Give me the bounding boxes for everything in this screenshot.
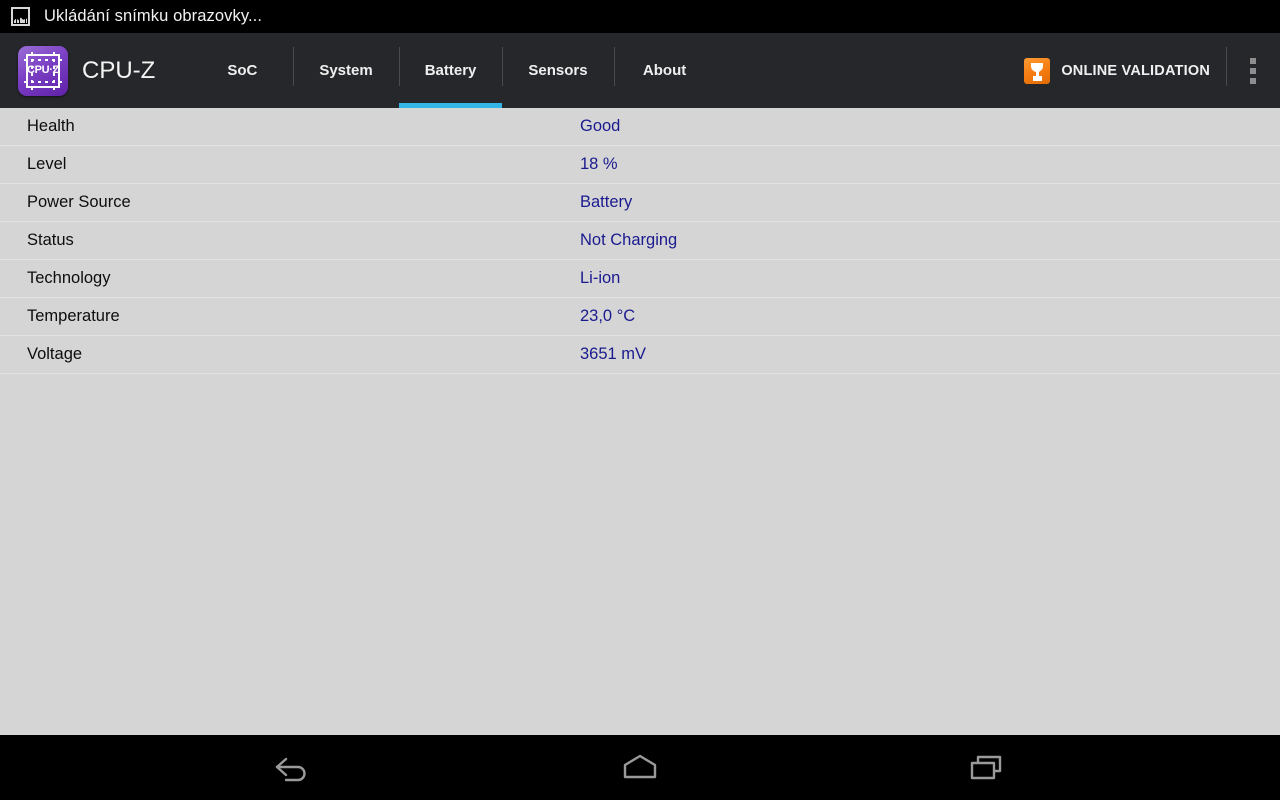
row-value: Battery — [580, 193, 633, 211]
app-brand[interactable]: CPU·Z CPU-Z — [0, 33, 161, 108]
row-label: Technology — [27, 269, 111, 287]
overflow-menu-icon — [1250, 67, 1256, 74]
chip-outline-icon: CPU·Z — [24, 51, 62, 90]
tab-bar: SoC System Battery Sensors About — [191, 33, 715, 108]
tab-about-label: About — [642, 62, 687, 79]
tab-soc-label: SoC — [227, 62, 258, 79]
recents-icon — [970, 755, 1001, 779]
table-row[interactable]: Voltage 3651 mV — [0, 336, 1280, 374]
tab-soc[interactable]: SoC — [191, 33, 293, 108]
tab-about[interactable]: About — [613, 33, 716, 108]
row-value: Not Charging — [580, 231, 678, 249]
home-icon — [623, 754, 657, 778]
tab-system[interactable]: System — [293, 33, 398, 108]
action-bar: CPU·Z CPU-Z SoC System Battery Sensors A… — [0, 33, 1280, 108]
action-bar-right: ONLINE VALIDATION — [1012, 33, 1280, 108]
row-label: Level — [27, 155, 67, 173]
tab-battery-label: Battery — [424, 62, 477, 79]
android-navigation-bar — [0, 735, 1280, 800]
cpuz-chip-logo: CPU·Z — [18, 45, 68, 96]
tab-system-label: System — [319, 62, 373, 79]
row-value: Li-ion — [580, 269, 621, 287]
overflow-menu-button[interactable] — [1226, 33, 1280, 108]
table-row[interactable]: Health Good — [0, 108, 1280, 146]
recents-button[interactable] — [927, 735, 1047, 800]
row-label: Voltage — [27, 345, 83, 363]
row-value: 23,0 °C — [580, 307, 636, 325]
home-button[interactable] — [580, 735, 700, 800]
battery-info-list: Health Good Level 18 % Power Source Batt… — [0, 108, 1280, 735]
table-row[interactable]: Level 18 % — [0, 146, 1280, 184]
back-arrow-icon — [276, 757, 307, 781]
table-row[interactable]: Temperature 23,0 °C — [0, 298, 1280, 336]
table-row[interactable]: Power Source Battery — [0, 184, 1280, 222]
table-row[interactable]: Status Not Charging — [0, 222, 1280, 260]
status-bar: Ukládání snímku obrazovky... — [0, 0, 1280, 33]
trophy-icon — [1024, 57, 1051, 84]
tab-battery[interactable]: Battery — [398, 33, 503, 108]
row-value: Good — [580, 117, 621, 135]
app-title: CPU-Z — [82, 56, 156, 84]
row-label: Status — [27, 231, 74, 249]
table-row[interactable]: Technology Li-ion — [0, 260, 1280, 298]
online-validation-label: ONLINE VALIDATION — [1061, 62, 1210, 79]
logo-text: CPU·Z — [26, 64, 60, 76]
screenshot-image-icon — [11, 7, 30, 26]
back-button[interactable] — [233, 735, 353, 800]
online-validation-button[interactable]: ONLINE VALIDATION — [1012, 33, 1226, 108]
tab-sensors[interactable]: Sensors — [502, 33, 613, 108]
row-label: Power Source — [27, 193, 131, 211]
status-bar-text: Ukládání snímku obrazovky... — [44, 7, 263, 25]
tab-sensors-label: Sensors — [528, 62, 588, 79]
row-value: 3651 mV — [580, 345, 647, 363]
row-label: Temperature — [27, 307, 120, 325]
row-value: 18 % — [580, 155, 618, 173]
row-label: Health — [27, 117, 75, 135]
